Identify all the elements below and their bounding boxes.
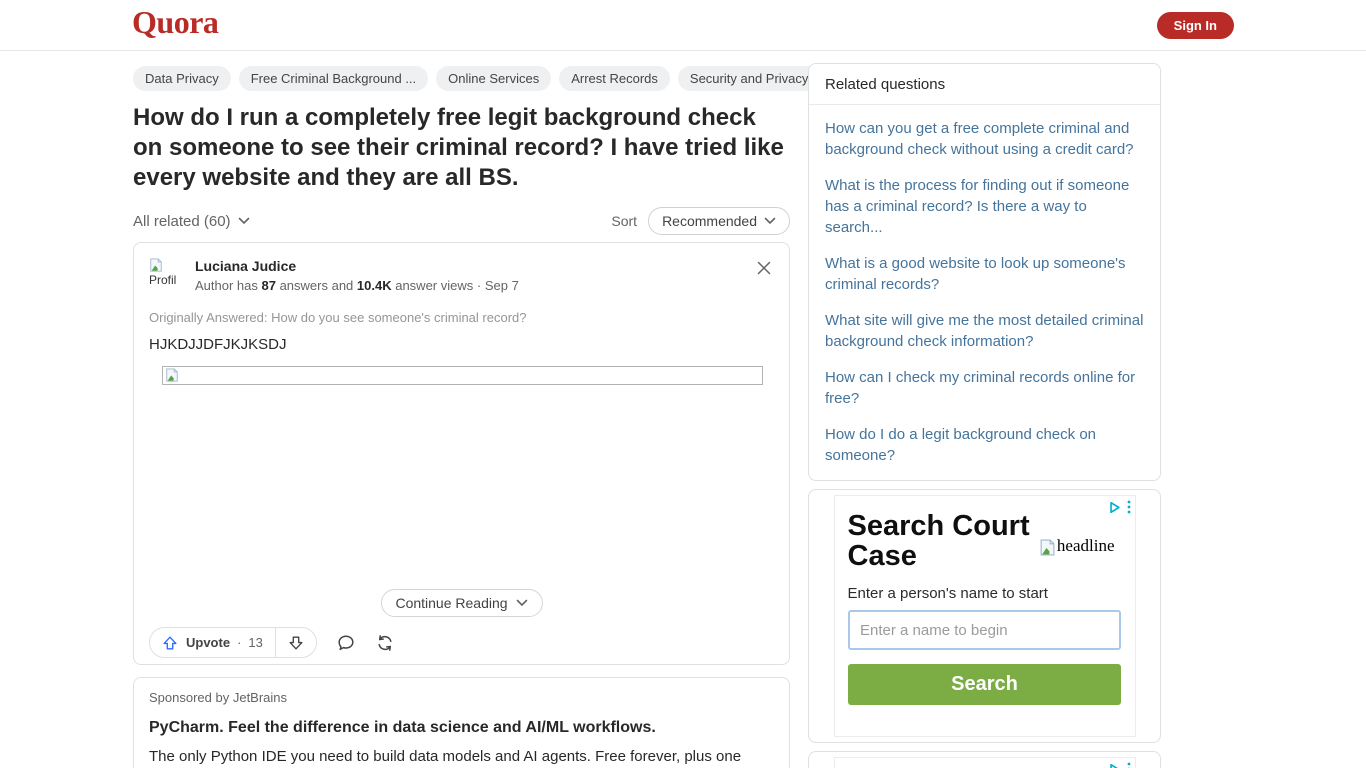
tag-data-privacy[interactable]: Data Privacy (133, 66, 231, 91)
sort-label: Sort (611, 213, 637, 229)
related-question-link[interactable]: How can you get a free complete criminal… (825, 118, 1144, 160)
sponsored-title[interactable]: PyCharm. Feel the difference in data sci… (149, 719, 774, 737)
ad-frame: Search Court Case headline Enter a perso… (834, 495, 1136, 737)
ad-card: Search Court (808, 751, 1161, 768)
related-question-link[interactable]: How can I check my criminal records onli… (825, 367, 1144, 409)
sign-in-button[interactable]: Sign In (1157, 12, 1234, 39)
related-question-link[interactable]: What is the process for finding out if s… (825, 175, 1144, 238)
quora-logo[interactable]: Quora (132, 4, 218, 41)
ad-controls (1108, 762, 1131, 768)
upvote-icon (161, 634, 179, 652)
answer-broken-image (162, 366, 763, 385)
author-info: Luciana Judice Author has 87 answers and… (195, 258, 519, 298)
answer-date: Sep 7 (485, 278, 519, 293)
broken-image-icon (149, 258, 163, 272)
main-column: Data Privacy Free Criminal Background ..… (133, 66, 790, 768)
answers-controls: All related (60) Sort Recommended (133, 207, 790, 235)
chevron-down-icon (764, 217, 776, 225)
related-questions-title: Related questions (809, 64, 1160, 105)
sort-control: Sort Recommended (611, 207, 790, 235)
author-name[interactable]: Luciana Judice (195, 258, 519, 274)
sidebar: Related questions How can you get a free… (808, 63, 1161, 768)
views-count: 10.4K (357, 278, 392, 293)
avatar-alt-text: Profil (149, 274, 185, 286)
ad-headline[interactable]: Search Court Case (848, 511, 1048, 571)
sort-dropdown[interactable]: Recommended (648, 207, 790, 235)
continue-reading-button[interactable]: Continue Reading (380, 589, 542, 617)
comment-icon (336, 633, 356, 653)
tag-security-and-privacy[interactable]: Security and Privacy (678, 66, 821, 91)
chevron-down-icon (238, 217, 250, 225)
kebab-menu-icon[interactable] (1127, 500, 1131, 514)
answer-action-bar: Upvote · 13 (149, 627, 395, 658)
downvote-icon (287, 634, 305, 652)
kebab-menu-icon[interactable] (1127, 762, 1131, 768)
chevron-down-icon (516, 599, 528, 607)
repost-button[interactable] (375, 633, 395, 653)
close-icon[interactable] (756, 260, 772, 276)
avatar[interactable]: Profil (149, 258, 185, 298)
related-questions-card: Related questions How can you get a free… (808, 63, 1161, 481)
comment-button[interactable] (336, 633, 356, 653)
tag-free-criminal-background[interactable]: Free Criminal Background ... (239, 66, 428, 91)
ad-card: Search Court Case headline Enter a perso… (808, 489, 1161, 743)
ad-frame: Search Court (834, 757, 1136, 768)
sponsored-card: Sponsored by JetBrains PyCharm. Feel the… (133, 677, 790, 768)
related-questions-list: How can you get a free complete criminal… (809, 105, 1160, 480)
answer-card: Profil Luciana Judice Author has 87 answ… (133, 242, 790, 665)
upvote-button[interactable]: Upvote · 13 (150, 628, 275, 657)
answer-body-text: HJKDJJDFJKJKSDJ (149, 336, 774, 353)
ad-name-input[interactable] (848, 610, 1121, 650)
upvote-label: Upvote (186, 635, 230, 650)
question-title: How do I run a completely free legit bac… (133, 103, 790, 193)
ad-prompt: Enter a person's name to start (848, 585, 1135, 602)
continue-reading-label: Continue Reading (395, 595, 507, 611)
answers-filter-dropdown[interactable]: All related (60) (133, 213, 250, 230)
answers-count: 87 (262, 278, 276, 293)
answers-filter-label: All related (60) (133, 213, 231, 230)
sort-value: Recommended (662, 213, 757, 229)
sponsored-body: The only Python IDE you need to build da… (149, 746, 749, 768)
ad-broken-image: headline (1039, 536, 1115, 556)
author-meta: Author has 87 answers and 10.4K answer v… (195, 278, 519, 293)
repost-icon (375, 633, 395, 653)
broken-image-icon (1039, 539, 1056, 556)
vote-pill: Upvote · 13 (149, 627, 317, 658)
quora-page: Quora Sign In Data Privacy Free Criminal… (0, 0, 1366, 768)
ad-search-button[interactable]: Search (848, 664, 1121, 705)
tag-arrest-records[interactable]: Arrest Records (559, 66, 670, 91)
topic-tags: Data Privacy Free Criminal Background ..… (133, 66, 790, 91)
sponsored-label: Sponsored by JetBrains (149, 690, 774, 705)
related-question-link[interactable]: What site will give me the most detailed… (825, 310, 1144, 352)
adchoices-icon[interactable] (1108, 763, 1121, 768)
ad-image-alt-text: headline (1057, 536, 1115, 556)
broken-image-icon (165, 368, 179, 382)
originally-answered[interactable]: Originally Answered: How do you see some… (149, 310, 774, 325)
answer-header: Profil Luciana Judice Author has 87 answ… (149, 258, 774, 298)
top-bar: Quora Sign In (0, 0, 1366, 51)
related-question-link[interactable]: How do I do a legit background check on … (825, 424, 1144, 466)
adchoices-icon[interactable] (1108, 501, 1121, 514)
related-question-link[interactable]: What is a good website to look up someon… (825, 253, 1144, 295)
ad-controls (1108, 500, 1131, 514)
upvote-count: 13 (248, 635, 262, 650)
downvote-button[interactable] (276, 628, 316, 657)
tag-online-services[interactable]: Online Services (436, 66, 551, 91)
